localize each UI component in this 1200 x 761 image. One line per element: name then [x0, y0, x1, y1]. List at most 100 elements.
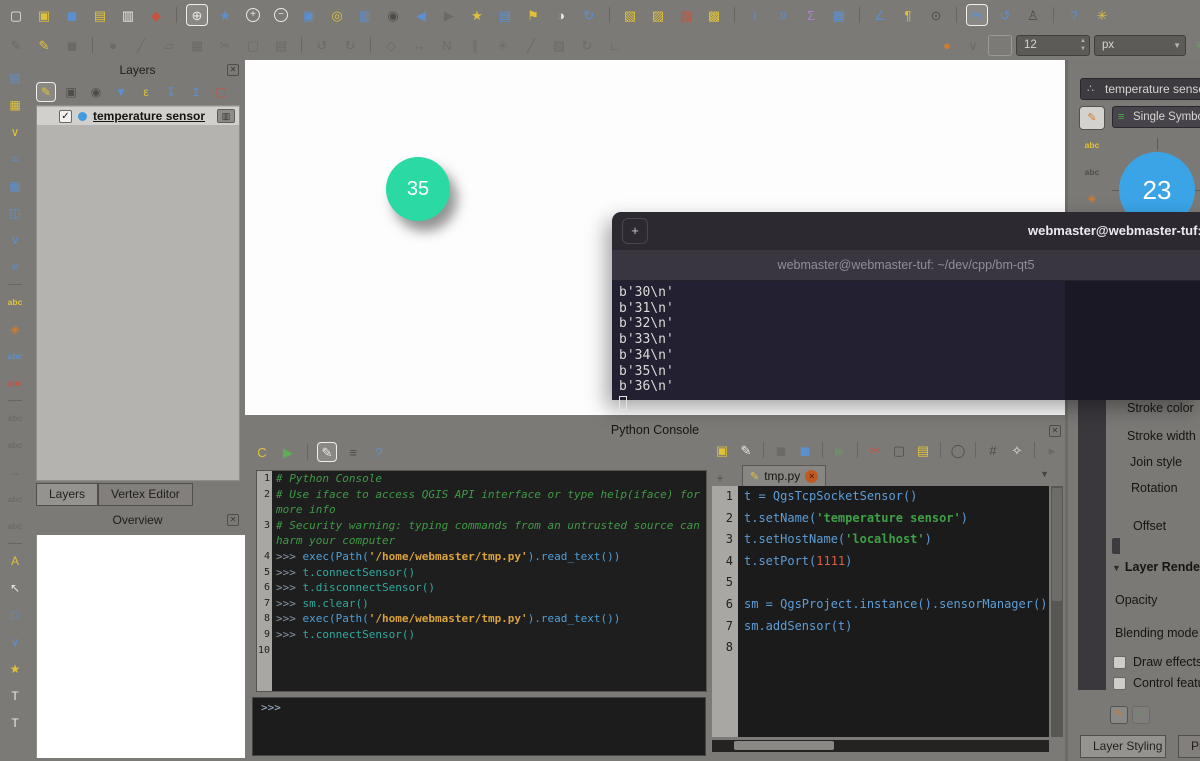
zoom-to-selection-icon[interactable]: ◎	[326, 4, 348, 26]
marker-annotation-icon[interactable]: ★	[5, 659, 25, 679]
measure-icon[interactable]: ∠	[869, 4, 891, 26]
labels-icon[interactable]: abc	[1079, 133, 1105, 157]
styling-help-button[interactable]: ✎	[1110, 706, 1128, 724]
project-open-icon[interactable]: ▣	[33, 4, 55, 26]
statistical-summary-icon[interactable]: Σ	[800, 4, 822, 26]
symbol-tool-icon[interactable]: ✳	[1190, 34, 1200, 56]
terminal-titlebar[interactable]: + webmaster@webmaster-tuf:	[612, 212, 1200, 250]
save-script-as-icon[interactable]: ◼	[795, 440, 815, 460]
view-3d-icon[interactable]: ◈	[1079, 187, 1105, 211]
pan-map-icon[interactable]: ⊕	[186, 4, 208, 26]
svg-annotation-icon[interactable]: T	[5, 686, 25, 706]
save-layer-edits-icon[interactable]: ◼	[61, 34, 83, 56]
new-map-view-icon[interactable]: ⊙	[925, 4, 947, 26]
select-by-form-icon[interactable]: ▨	[647, 4, 669, 26]
new-print-layout-icon[interactable]: ▤	[89, 4, 111, 26]
annotation-marker-icon[interactable]: ●	[936, 34, 958, 56]
split-features-icon[interactable]: ╱	[520, 34, 542, 56]
move-feature-icon[interactable]: ↔	[408, 34, 430, 56]
zoom-full-icon[interactable]: ▣	[298, 4, 320, 26]
cut-features-icon[interactable]: ✂	[214, 34, 236, 56]
run-script-icon[interactable]: ▶	[830, 440, 850, 460]
save-script-icon[interactable]: ◼	[771, 440, 791, 460]
console-input[interactable]: >>>	[252, 697, 706, 756]
console-output[interactable]: 1# Python Console2# Use iface to access …	[256, 470, 707, 692]
label-move-icon[interactable]: →	[5, 462, 25, 482]
toggle-comment-icon[interactable]: #	[983, 440, 1003, 460]
label-pin-icon[interactable]: abc	[5, 346, 25, 366]
polygon-annotation-icon[interactable]: □	[5, 605, 25, 625]
editor-tab-tmp-py[interactable]: ✎ tmp.py ✕	[742, 465, 826, 486]
help-icon[interactable]: ?	[1063, 4, 1085, 26]
format-code-icon[interactable]: ▸	[1042, 440, 1062, 460]
layer-visibility-checkbox[interactable]: ✓	[59, 110, 72, 123]
add-mesh-layer-icon[interactable]: ≈	[5, 149, 25, 169]
zoom-native-icon[interactable]: ◉	[382, 4, 404, 26]
spinner-arrows-icon[interactable]: ▲▼	[1080, 37, 1086, 53]
current-edits-icon[interactable]: ✎	[5, 34, 27, 56]
label-tool-1-icon[interactable]: abc	[5, 408, 25, 428]
apply-style-button[interactable]: ↻	[1132, 706, 1150, 724]
add-raster-layer-icon[interactable]: ▦	[5, 95, 25, 115]
select-features-icon[interactable]: ▧	[619, 4, 641, 26]
label-highlight-icon[interactable]: abc	[5, 373, 25, 393]
font-size-spinner[interactable]: 12 ▲▼	[1016, 35, 1090, 56]
tab-layer-styling[interactable]: Layer Styling	[1080, 735, 1166, 758]
show-layout-manager-icon[interactable]: ▥	[117, 4, 139, 26]
select-by-location-icon[interactable]: ▩	[703, 4, 725, 26]
plugin-manager-icon[interactable]: ↺	[994, 4, 1016, 26]
add-group-icon[interactable]: ▣	[61, 82, 81, 102]
project-save-icon[interactable]: ◼	[61, 4, 83, 26]
zoom-out-icon[interactable]: −	[270, 4, 292, 26]
masks-icon[interactable]: abc	[1079, 160, 1105, 184]
vertex-tool-icon[interactable]: ◇	[380, 34, 402, 56]
bookmark-manager-icon[interactable]: ⚑	[522, 4, 544, 26]
layer-name[interactable]: temperature sensor	[93, 109, 205, 123]
tab-vertex-editor[interactable]: Vertex Editor	[98, 483, 193, 506]
paste-features-icon[interactable]: ▤	[270, 34, 292, 56]
add-editor-tab-icon[interactable]: +	[712, 470, 728, 486]
temporal-controller-icon[interactable]: ◑	[550, 4, 572, 26]
draw-effects-checkbox[interactable]	[1113, 656, 1126, 669]
open-script-icon[interactable]: ▣	[712, 440, 732, 460]
find-text-icon[interactable]: ◯	[948, 440, 968, 460]
styling-layer-dropdown[interactable]: ∴ temperature sensor	[1080, 78, 1200, 100]
copy-icon[interactable]: ▢	[889, 440, 909, 460]
editor-code-area[interactable]: 1t = QgsTcpSocketSensor()2t.setName('tem…	[712, 486, 1049, 737]
control-feature-checkbox[interactable]	[1113, 677, 1126, 690]
delete-selected-icon[interactable]: ▦	[186, 34, 208, 56]
trim-extend-icon[interactable]: ∟	[604, 34, 626, 56]
filter-by-expression-icon[interactable]: ε	[136, 82, 156, 102]
layer-rendering-section[interactable]: ▼Layer Rendering	[1112, 560, 1200, 574]
paste-icon[interactable]: ▤	[913, 440, 933, 460]
zoom-last-icon[interactable]: ◀	[410, 4, 432, 26]
add-vector-layer-icon[interactable]: ∨	[5, 122, 25, 142]
pan-to-selection-icon[interactable]: ★	[214, 4, 236, 26]
open-attribute-table-icon[interactable]: ▦	[828, 4, 850, 26]
metasearch-icon[interactable]: ♙	[1022, 4, 1044, 26]
open-layer-styling-icon[interactable]: ✎	[36, 82, 56, 102]
symbology-icon[interactable]: ✎	[1079, 106, 1105, 130]
manage-map-themes-icon[interactable]: ◉	[86, 82, 106, 102]
label-tool-2-icon[interactable]: abc	[5, 435, 25, 455]
tab-processing[interactable]: Proc	[1178, 735, 1200, 758]
add-sensor-layer-icon[interactable]: ▦	[5, 176, 25, 196]
text-annotation-icon[interactable]: A	[5, 551, 25, 571]
python-console-close-icon[interactable]: ✕	[1049, 425, 1061, 437]
map-tips-icon[interactable]: ¶	[897, 4, 919, 26]
zoom-in-icon[interactable]: +	[242, 4, 264, 26]
run-command-icon[interactable]: ▶	[278, 442, 298, 462]
label-rotate-icon[interactable]: abc	[5, 489, 25, 509]
new-tab-button[interactable]: +	[622, 218, 648, 244]
collapse-all-icon[interactable]: ↥	[186, 82, 206, 102]
labeling-options-icon[interactable]: abc	[5, 292, 25, 312]
expression-filter-icon[interactable]: ∨	[962, 34, 984, 56]
clear-console-icon[interactable]: C	[252, 442, 272, 462]
merge-features-icon[interactable]: ▨	[548, 34, 570, 56]
refresh-map-icon[interactable]: ↻	[578, 4, 600, 26]
deselect-features-icon[interactable]: ▧	[675, 4, 697, 26]
terminal-output[interactable]: b'30\n'b'31\n'b'32\n'b'33\n'b'34\n'b'35\…	[612, 281, 1200, 400]
redo-icon[interactable]: ↻	[339, 34, 361, 56]
terminal-tab[interactable]: webmaster@webmaster-tuf: ~/dev/cpp/bm-qt…	[612, 250, 1200, 281]
label-change-icon[interactable]: abc	[5, 516, 25, 536]
